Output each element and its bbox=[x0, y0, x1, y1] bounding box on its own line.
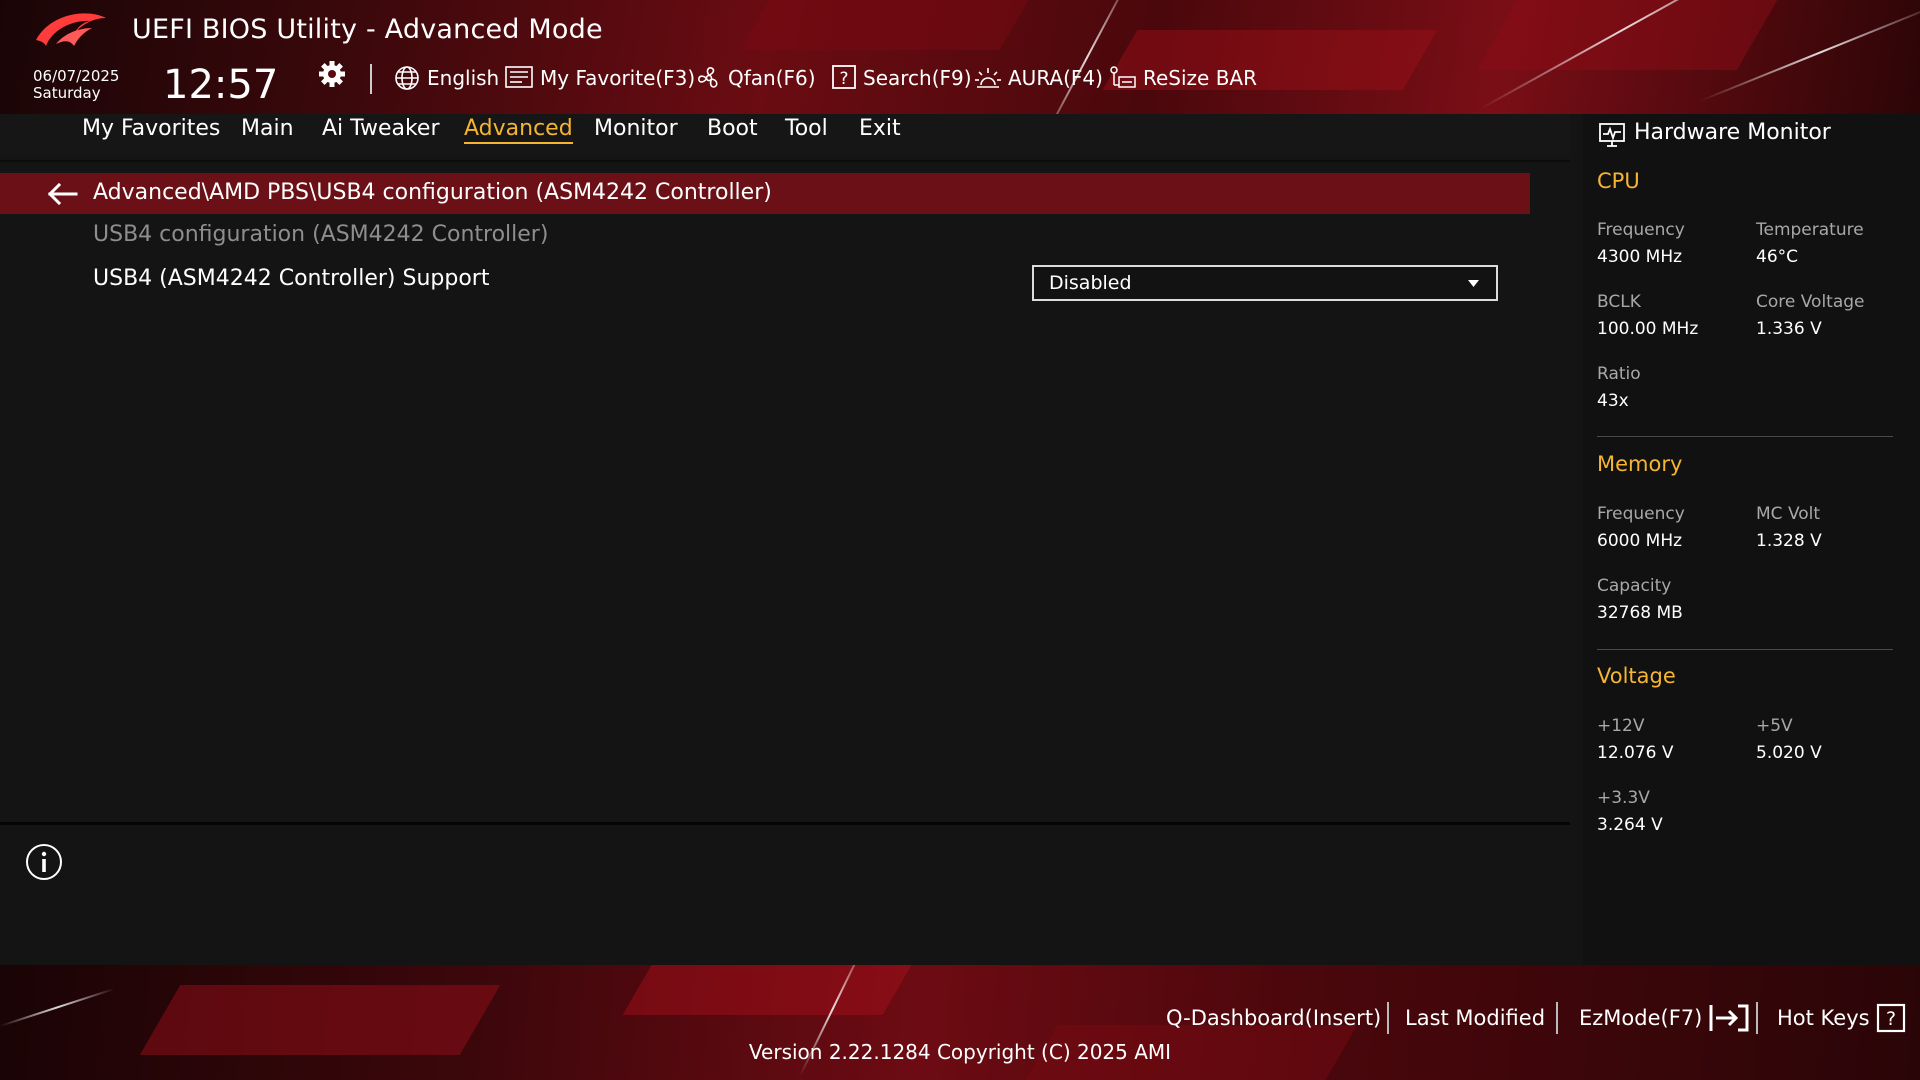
dropdown-selected-value: Disabled bbox=[1049, 272, 1132, 294]
hardware-monitor-title: Hardware Monitor bbox=[1634, 120, 1831, 145]
ratio-value: 43x bbox=[1597, 391, 1629, 411]
q-dashboard-button[interactable]: Q-Dashboard(Insert) bbox=[1166, 1002, 1381, 1034]
section-divider bbox=[1597, 649, 1893, 650]
main-nav: My Favorites Main Ai Tweaker Advanced Mo… bbox=[0, 114, 1570, 156]
v12-label: +12V bbox=[1597, 716, 1645, 736]
back-arrow-icon[interactable] bbox=[46, 182, 78, 206]
core-voltage-label: Core Voltage bbox=[1756, 292, 1865, 312]
svg-text:?: ? bbox=[1886, 1008, 1896, 1030]
v33-value: 3.264 V bbox=[1597, 815, 1663, 835]
svg-text:?: ? bbox=[839, 69, 848, 89]
exit-to-ezmode-icon bbox=[1709, 1004, 1749, 1032]
footer-bar: Q-Dashboard(Insert) Last Modified EzMode… bbox=[0, 965, 1920, 1080]
hot-keys-button[interactable]: Hot Keys ? bbox=[1777, 1002, 1906, 1034]
tab-boot[interactable]: Boot bbox=[707, 116, 758, 141]
usb4-support-label[interactable]: USB4 (ASM4242 Controller) Support bbox=[93, 266, 489, 291]
memory-section-title: Memory bbox=[1597, 452, 1683, 476]
tab-advanced[interactable]: Advanced bbox=[464, 116, 573, 144]
v12-value: 12.076 V bbox=[1597, 743, 1674, 763]
section-divider bbox=[1597, 436, 1893, 437]
memory-frequency-label: Frequency bbox=[1597, 504, 1685, 524]
aura-lighting-icon bbox=[975, 68, 1001, 88]
bclk-value: 100.00 MHz bbox=[1597, 319, 1699, 339]
breadcrumb-bar: Advanced\AMD PBS\USB4 configuration (ASM… bbox=[0, 173, 1530, 214]
search-label: Search(F9) bbox=[863, 66, 972, 90]
cpu-temperature-value: 46°C bbox=[1756, 247, 1799, 267]
mc-volt-label: MC Volt bbox=[1756, 504, 1821, 524]
resize-bar-icon bbox=[1110, 66, 1136, 88]
hardware-monitor-panel: Hardware Monitor CPU Frequency 4300 MHz … bbox=[1583, 114, 1920, 965]
gear-icon[interactable] bbox=[318, 60, 346, 88]
v5-value: 5.020 V bbox=[1756, 743, 1822, 763]
info-icon bbox=[26, 844, 62, 880]
core-voltage-value: 1.336 V bbox=[1756, 319, 1822, 339]
ezmode-button[interactable]: EzMode(F7) bbox=[1579, 1002, 1750, 1034]
cpu-frequency-label: Frequency bbox=[1597, 220, 1685, 240]
clock-display[interactable]: 12:57 bbox=[163, 62, 278, 108]
hot-keys-label: Hot Keys bbox=[1777, 1006, 1870, 1030]
tab-tool[interactable]: Tool bbox=[785, 116, 828, 141]
footer-decoration bbox=[622, 965, 918, 1015]
memory-frequency-value: 6000 MHz bbox=[1597, 531, 1683, 551]
footer-divider bbox=[1387, 1002, 1389, 1034]
resize-bar-label: ReSize BAR bbox=[1143, 66, 1258, 90]
app-title: UEFI BIOS Utility - Advanced Mode bbox=[132, 14, 603, 45]
language-button[interactable]: English bbox=[393, 62, 499, 94]
search-button[interactable]: ? Search(F9) bbox=[831, 62, 972, 94]
cpu-temperature-label: Temperature bbox=[1756, 220, 1864, 240]
usb4-support-dropdown[interactable]: Disabled bbox=[1032, 265, 1498, 301]
monitor-icon bbox=[1599, 123, 1625, 147]
resize-bar-button[interactable]: ReSize BAR bbox=[1109, 62, 1257, 94]
version-text: Version 2.22.1284 Copyright (C) 2025 AMI bbox=[748, 1040, 1172, 1064]
v5-label: +5V bbox=[1756, 716, 1793, 736]
capacity-value: 32768 MB bbox=[1597, 603, 1683, 623]
section-heading: USB4 configuration (ASM4242 Controller) bbox=[93, 222, 549, 247]
header-decoration bbox=[1476, 0, 1784, 70]
ezmode-label: EzMode(F7) bbox=[1579, 1006, 1703, 1030]
fan-icon bbox=[698, 67, 718, 88]
header-decoration bbox=[739, 0, 1041, 50]
last-modified-label: Last Modified bbox=[1405, 1006, 1546, 1030]
footer-divider bbox=[1556, 1002, 1558, 1034]
help-panel bbox=[0, 822, 1570, 965]
bclk-label: BCLK bbox=[1597, 292, 1641, 312]
my-favorite-button[interactable]: My Favorite(F3) bbox=[504, 62, 695, 94]
qfan-label: Qfan(F6) bbox=[728, 66, 816, 90]
tab-ai-tweaker[interactable]: Ai Tweaker bbox=[322, 116, 440, 141]
mc-volt-value: 1.328 V bbox=[1756, 531, 1822, 551]
cpu-section-title: CPU bbox=[1597, 169, 1640, 193]
question-box-icon: ? bbox=[832, 65, 856, 89]
header-bar: UEFI BIOS Utility - Advanced Mode 06/07/… bbox=[0, 0, 1920, 114]
favorite-list-icon bbox=[505, 66, 533, 88]
tab-exit[interactable]: Exit bbox=[859, 116, 901, 141]
header-divider bbox=[370, 64, 372, 94]
cpu-frequency-value: 4300 MHz bbox=[1597, 247, 1683, 267]
tab-monitor[interactable]: Monitor bbox=[594, 116, 678, 141]
voltage-section-title: Voltage bbox=[1597, 664, 1676, 688]
my-favorite-label: My Favorite(F3) bbox=[540, 66, 696, 90]
aura-label: AURA(F4) bbox=[1008, 66, 1103, 90]
chevron-down-icon bbox=[1468, 280, 1479, 287]
footer-divider bbox=[1756, 1002, 1758, 1034]
date-display: 06/07/2025 bbox=[33, 67, 120, 85]
breadcrumb: Advanced\AMD PBS\USB4 configuration (ASM… bbox=[93, 180, 772, 205]
language-label: English bbox=[427, 66, 500, 90]
capacity-label: Capacity bbox=[1597, 576, 1672, 596]
q-dashboard-label: Q-Dashboard(Insert) bbox=[1166, 1006, 1382, 1030]
rog-logo-icon bbox=[36, 13, 106, 46]
qfan-button[interactable]: Qfan(F6) bbox=[696, 62, 816, 94]
globe-icon bbox=[395, 66, 419, 90]
last-modified-button[interactable]: Last Modified bbox=[1405, 1002, 1545, 1034]
tab-main[interactable]: Main bbox=[241, 116, 294, 141]
aura-button[interactable]: AURA(F4) bbox=[974, 62, 1103, 94]
settings-panel: Advanced\AMD PBS\USB4 configuration (ASM… bbox=[0, 160, 1570, 814]
day-display: Saturday bbox=[33, 84, 101, 102]
question-box-icon: ? bbox=[1876, 1003, 1905, 1033]
footer-light-streak bbox=[0, 987, 115, 1027]
ratio-label: Ratio bbox=[1597, 364, 1641, 384]
v33-label: +3.3V bbox=[1597, 788, 1650, 808]
tab-my-favorites[interactable]: My Favorites bbox=[82, 116, 220, 141]
